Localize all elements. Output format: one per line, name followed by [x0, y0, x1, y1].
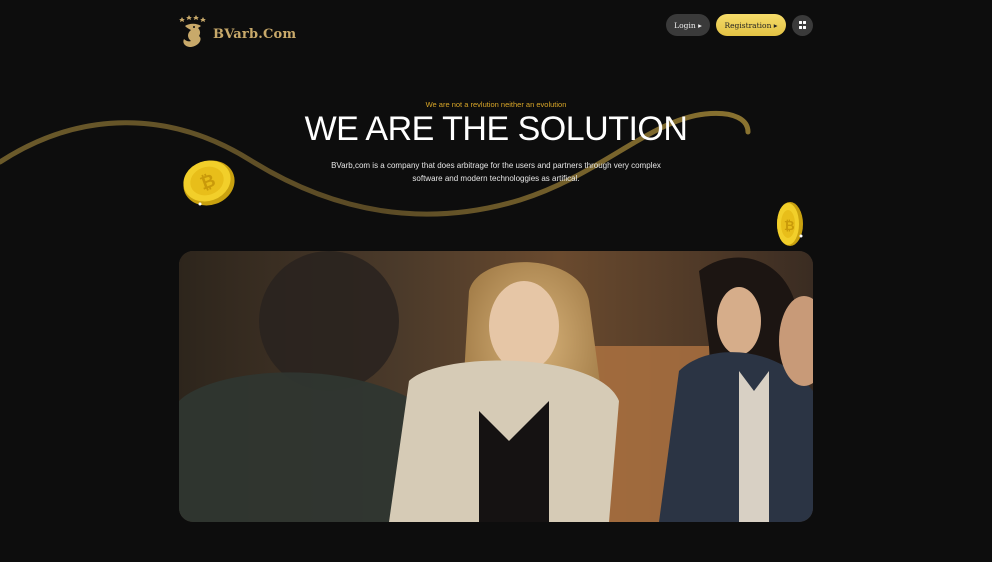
svg-text:₿: ₿ [784, 219, 795, 234]
meeting-photo-illustration [179, 251, 813, 522]
bitcoin-coin-icon: ₿ [183, 160, 235, 206]
registration-button[interactable]: Registration ▸ [716, 14, 786, 36]
grid-menu-icon [798, 21, 807, 29]
hero-headline: WE ARE THE SOLUTION [304, 110, 688, 148]
logo[interactable]: BVarb.Com [179, 14, 296, 50]
hero-description: BVarb,com is a company that does arbitra… [331, 161, 661, 183]
bitcoin-coin-icon: ₿ [777, 202, 803, 246]
hero-tagline: We are not a revlution neither an evolut… [425, 100, 567, 109]
hero-photo-meeting [179, 251, 813, 522]
eagle-logo-icon [179, 15, 206, 47]
logo-text: BVarb.Com [213, 26, 297, 42]
menu-button[interactable] [792, 14, 813, 36]
site-header: BVarb.Com Login ▸ Registration ▸ [179, 14, 813, 54]
nav-actions: Login ▸ Registration ▸ [666, 14, 813, 36]
login-button[interactable]: Login ▸ [666, 14, 710, 36]
